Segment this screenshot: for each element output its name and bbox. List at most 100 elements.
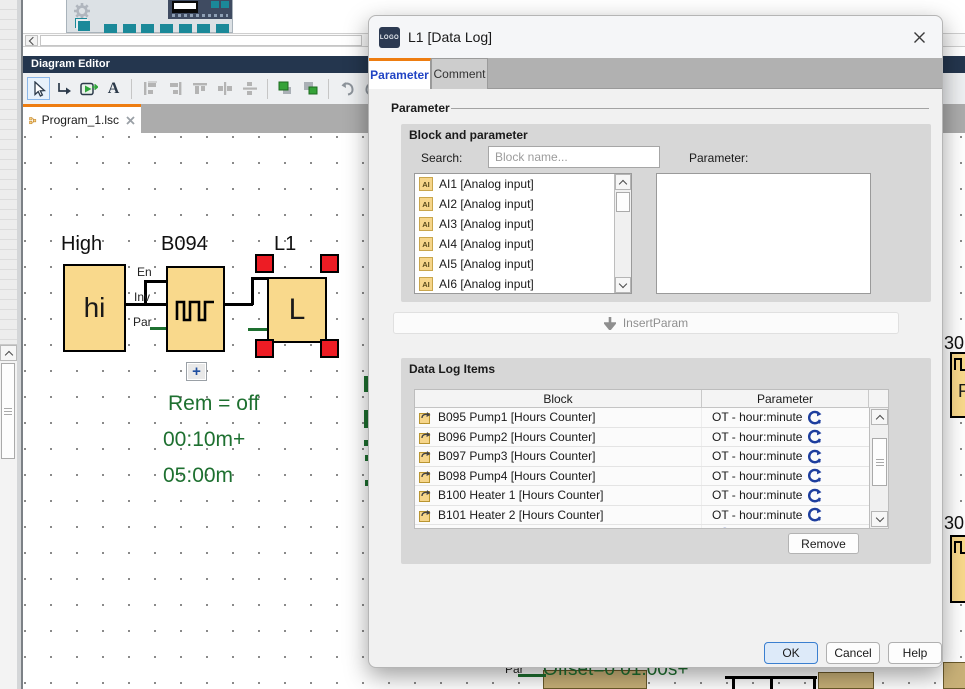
clipped-block[interactable] [950,535,965,603]
block-l1-datalog[interactable]: L [267,277,327,343]
scrollbar-thumb[interactable] [616,192,630,212]
remove-button[interactable]: Remove [788,533,859,554]
block-list-item[interactable]: AI AI1 [Analog input] [415,174,631,194]
annotation-time-2: 05:00m [163,464,233,488]
row-parameter-label: OT - hour:minute [712,449,802,463]
parameter-listbox[interactable] [656,173,871,294]
hours-counter-icon [419,449,432,463]
column-header-block[interactable]: Block [415,390,702,407]
wire[interactable] [144,280,166,283]
align-right-button[interactable] [163,77,186,100]
align-center-vertical-button[interactable] [213,77,236,100]
table-row[interactable]: B095 Pump1 [Hours Counter] OT - hour:min… [415,408,888,428]
selection-tool-button[interactable] [27,77,50,100]
bring-to-front-button[interactable] [274,77,297,100]
text-tool-button[interactable]: A [102,77,125,100]
align-top-button[interactable] [188,77,211,100]
block-b094-pulse-generator[interactable] [166,266,225,352]
logo-device-thumbnail [168,0,232,19]
tab-comment[interactable]: Comment [431,58,488,89]
selection-handle[interactable] [320,339,339,358]
table-row[interactable]: B100 Heater 1 [Hours Counter] OT - hour:… [415,486,888,506]
analog-input-icon: AI [419,177,433,191]
align-ruler-button[interactable] [138,77,161,100]
tab-parameter[interactable]: Parameter [369,58,431,89]
table-scrollbar[interactable] [869,408,888,528]
block-name-high: High [61,233,102,256]
wire[interactable] [251,277,254,305]
clipped-block-label: 30 [944,513,964,534]
block-listbox[interactable]: AI AI1 [Analog input] AI AI2 [Analog inp… [414,173,632,294]
dialog-close-button[interactable] [909,27,929,47]
connector-tool-button[interactable] [52,77,75,100]
text-tool-icon: A [108,80,120,98]
align-top-icon [192,81,208,96]
block-high[interactable]: hi [63,264,126,352]
send-to-back-button[interactable] [299,77,322,100]
cancel-button[interactable]: Cancel [826,642,880,664]
datalog-table[interactable]: Block Parameter B095 Pump1 [Hours Counte… [414,389,889,529]
table-row[interactable]: B096 Pump2 [Hours Counter] OT - hour:min… [415,428,888,448]
search-label: Search: [421,151,462,165]
program-diagram-icon [29,114,37,127]
row-parameter-label: OT - hour:minute [712,508,802,522]
table-row[interactable]: B101 Heater 2 [Hours Counter] OT - hour:… [415,506,888,526]
wire[interactable] [225,303,253,306]
device-screen [172,1,198,13]
block-list-item[interactable]: AI AI2 [Analog input] [415,194,631,214]
logo-soft-comfort-window: Diagram Editor A [0,0,965,689]
scroll-down-button[interactable] [871,511,888,527]
align-center-horizontal-button[interactable] [238,77,261,100]
insert-param-button[interactable]: InsertParam [393,312,899,334]
table-row[interactable]: B098 Pump4 [Hours Counter] OT - hour:min… [415,467,888,487]
selection-handle[interactable] [320,254,339,273]
scroll-down-button[interactable] [615,277,631,293]
scroll-left-button[interactable] [25,35,38,46]
selection-handle[interactable] [255,254,274,273]
refresh-icon [807,429,822,444]
undo-button[interactable] [335,77,358,100]
help-button[interactable]: Help [888,642,942,664]
left-scrollbar-thumb[interactable] [1,363,15,459]
scroll-up-button[interactable] [0,345,17,361]
scroll-up-button[interactable] [871,409,888,425]
section-divider [451,108,929,109]
device-preview-panel[interactable] [66,0,233,33]
horizontal-scrollbar-thumb[interactable] [40,35,362,46]
block-list-item[interactable]: AI AI6 [Analog input] [415,274,631,294]
hours-counter-icon [419,469,432,483]
block-list-scrollbar[interactable] [614,174,631,293]
pulse-waveform-icon [175,295,217,323]
expand-parameter-button[interactable]: + [186,362,207,381]
tab-program-1[interactable]: Program_1.lsc [23,104,141,133]
table-row[interactable]: B097 Pump3 [Hours Counter] OT - hour:min… [415,447,888,467]
block-list-item[interactable]: AI AI4 [Analog input] [415,234,631,254]
left-scrollbar[interactable] [0,344,17,689]
scrollbar-thumb[interactable] [872,438,887,486]
annotation-rem: Rem = off [168,392,259,416]
copy-module-icon [78,21,90,31]
block-list-item[interactable]: AI AI5 [Analog input] [415,254,631,274]
selection-handle[interactable] [255,339,274,358]
refresh-icon [807,507,822,522]
device-key [211,1,219,8]
block-list-item[interactable]: AI AI3 [Analog input] [415,214,631,234]
scroll-up-button[interactable] [615,174,631,190]
search-input[interactable] [488,146,660,168]
pulse-waveform-icon [954,356,965,372]
dialog-titlebar[interactable]: LOGO L1 [Data Log] [369,16,942,58]
table-row[interactable] [415,525,888,529]
row-parameter-label: OT - hour:minute [712,488,802,502]
analog-input-icon: AI [419,257,433,271]
hours-counter-icon [419,527,432,529]
align-center-horizontal-icon [242,81,258,96]
wire[interactable] [251,277,268,280]
pin-label-en: En [137,265,152,279]
ok-button[interactable]: OK [764,642,818,664]
clipped-block[interactable]: R [950,352,965,418]
tab-close-button[interactable] [126,116,135,125]
simulation-connector-tool-button[interactable] [77,77,100,100]
column-header-parameter[interactable]: Parameter [702,390,869,407]
refresh-icon [807,449,822,464]
parameter-label: Parameter: [689,151,748,165]
